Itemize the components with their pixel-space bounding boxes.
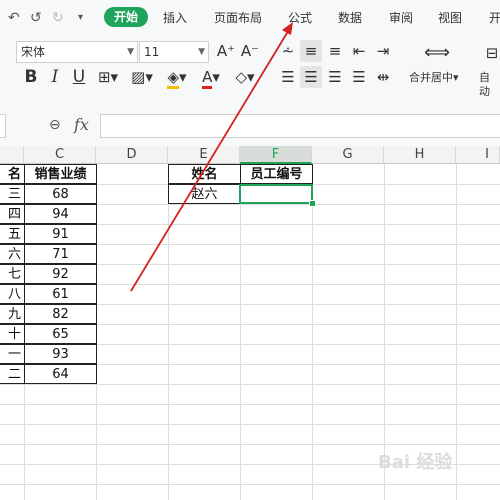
undo-icon[interactable]: ↶ xyxy=(8,9,20,27)
column-header-b[interactable] xyxy=(0,146,24,164)
zoom-search-icon[interactable]: ⊖ xyxy=(49,117,61,133)
column-header-d[interactable]: D xyxy=(96,146,168,164)
tab-home[interactable]: 开始 xyxy=(104,7,149,27)
underline-button[interactable]: U xyxy=(70,66,88,88)
tab-page-layout[interactable]: 页面布局 xyxy=(214,10,262,26)
tab-view[interactable]: 视图 xyxy=(438,10,462,26)
ribbon-tab-bar: ↶ ↺ ↻ ▾ 开始 插入 页面布局 公式 数据 审阅 视图 开 xyxy=(0,0,500,36)
justify-icon[interactable]: ☰ xyxy=(349,66,369,88)
watermark: Bai 经验 xyxy=(378,452,453,473)
merge-center-icon[interactable]: ⟺ xyxy=(424,42,450,64)
tab-data[interactable]: 数据 xyxy=(338,10,362,26)
font-name-select[interactable]: 宋体 ▼ xyxy=(16,41,138,63)
table-cell[interactable]: 61 xyxy=(24,284,97,304)
tab-insert[interactable]: 插入 xyxy=(163,10,187,26)
table-cell[interactable]: 五 xyxy=(0,224,25,244)
table-cell[interactable]: 九 xyxy=(0,304,25,324)
column-header-e[interactable]: E xyxy=(168,146,240,164)
undo-icon[interactable]: ↺ xyxy=(30,9,42,27)
align-center-icon[interactable]: ☰ xyxy=(300,66,322,88)
chevron-down-icon: ▼ xyxy=(198,47,205,57)
cell-e-header[interactable]: 姓名 xyxy=(168,164,241,184)
font-name-value: 宋体 xyxy=(21,45,46,59)
decrease-font-icon[interactable]: A⁻ xyxy=(240,40,260,62)
cell-f-header[interactable]: 员工编号 xyxy=(240,164,313,184)
table-cell[interactable]: 71 xyxy=(24,244,97,264)
column-header-c[interactable]: C xyxy=(24,146,96,164)
column-header-h[interactable]: H xyxy=(384,146,456,164)
align-left-icon[interactable]: ☰ xyxy=(278,66,298,88)
merge-center-button[interactable]: 合并居中▾ xyxy=(409,71,459,85)
fill-color-icon[interactable]: ◈▾ xyxy=(162,66,192,89)
font-color-glyph: A xyxy=(202,68,213,89)
column-header-f[interactable]: F xyxy=(240,146,312,164)
increase-font-icon[interactable]: A⁺ xyxy=(216,40,236,62)
fx-icon[interactable]: fx xyxy=(74,115,89,134)
align-bottom-icon[interactable]: ≡ xyxy=(325,40,345,62)
formula-bar: ⊖ fx xyxy=(0,104,500,146)
quick-access-dropdown-icon[interactable]: ▾ xyxy=(78,9,83,27)
tab-formulas[interactable]: 公式 xyxy=(288,10,312,26)
table-cell[interactable]: 三 xyxy=(0,184,25,204)
font-size-value: 11 xyxy=(144,45,160,59)
clear-format-icon[interactable]: ◇▾ xyxy=(230,66,260,88)
active-cell-highlight xyxy=(239,184,313,204)
align-middle-icon[interactable]: ≡ xyxy=(300,40,322,62)
cell-c-header[interactable]: 销售业绩 xyxy=(24,164,97,184)
table-cell[interactable]: 二 xyxy=(0,364,25,384)
table-cell[interactable]: 91 xyxy=(24,224,97,244)
wrap-text-icon[interactable]: ⊟ xyxy=(484,42,500,64)
table-cell[interactable]: 64 xyxy=(24,364,97,384)
merge-center-label: 合并居中 xyxy=(409,71,453,84)
tab-more[interactable]: 开 xyxy=(489,10,500,26)
chevron-down-icon: ▼ xyxy=(127,47,134,57)
ribbon-toolbar: 宋体 ▼ 11 ▼ A⁺ A⁻ B I U ⊞▾ ▨▾ ◈▾ A▾ ◇▾ ⩪ ≡… xyxy=(0,36,500,105)
align-right-icon[interactable]: ☰ xyxy=(325,66,345,88)
table-cell[interactable]: 94 xyxy=(24,204,97,224)
tab-review[interactable]: 审阅 xyxy=(389,10,413,26)
name-box[interactable] xyxy=(0,114,6,138)
table-cell[interactable]: 82 xyxy=(24,304,97,324)
redo-icon[interactable]: ↻ xyxy=(52,9,64,27)
column-header-g[interactable]: G xyxy=(312,146,384,164)
table-cell[interactable]: 92 xyxy=(24,264,97,284)
italic-button[interactable]: I xyxy=(46,66,64,88)
increase-indent-icon[interactable]: ⇥ xyxy=(373,40,393,62)
column-header-i[interactable]: I xyxy=(456,146,500,164)
table-cell[interactable]: 93 xyxy=(24,344,97,364)
table-cell[interactable]: 六 xyxy=(0,244,25,264)
formula-input[interactable] xyxy=(100,114,500,138)
auto-wrap-button[interactable]: 自动 xyxy=(479,71,500,99)
cell-e-name[interactable]: 赵六 xyxy=(168,184,241,204)
table-cell[interactable]: 一 xyxy=(0,344,25,364)
align-top-icon[interactable]: ⩪ xyxy=(278,40,298,62)
table-cell[interactable]: 八 xyxy=(0,284,25,304)
table-cell[interactable]: 四 xyxy=(0,204,25,224)
fill-pattern-icon[interactable]: ▨▾ xyxy=(128,66,156,88)
table-cell[interactable]: 十 xyxy=(0,324,25,344)
cell-b-header[interactable]: 名 xyxy=(0,164,25,184)
table-cell[interactable]: 七 xyxy=(0,264,25,284)
table-cell[interactable]: 68 xyxy=(24,184,97,204)
border-icon[interactable]: ⊞▾ xyxy=(95,66,121,88)
fill-handle[interactable] xyxy=(309,200,316,207)
bold-button[interactable]: B xyxy=(22,66,40,88)
distribute-icon[interactable]: ⇹ xyxy=(373,66,393,88)
font-color-button[interactable]: A▾ xyxy=(198,66,224,89)
font-size-select[interactable]: 11 ▼ xyxy=(139,41,209,63)
decrease-indent-icon[interactable]: ⇤ xyxy=(349,40,369,62)
table-cell[interactable]: 65 xyxy=(24,324,97,344)
